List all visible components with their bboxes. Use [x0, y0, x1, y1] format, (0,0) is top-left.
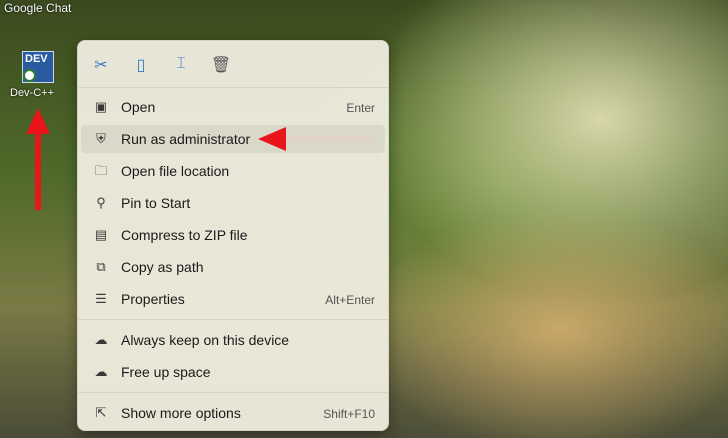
menu-item-run-as-administrator[interactable]: ⛨ Run as administrator — [81, 125, 385, 153]
menu-item-free-up-space[interactable]: ☁ Free up space — [81, 358, 385, 386]
context-toolbar: ✂ ▯ ⌶ 🗑 — [78, 51, 388, 81]
menu-item-label: Properties — [121, 291, 185, 307]
menu-item-label: Open — [121, 99, 156, 115]
annotation-arrowhead-up — [26, 108, 50, 134]
menu-item-show-more-options[interactable]: ⇱ Show more options Shift+F10 — [81, 399, 385, 427]
context-menu: ✂ ▯ ⌶ 🗑 ▣ Open Enter ⛨ Run as administrator 🗀… — [77, 40, 389, 431]
divider — [78, 87, 388, 88]
rename-icon[interactable]: ⌶ — [170, 55, 192, 77]
menu-item-label: Always keep on this device — [121, 332, 290, 348]
menu-item-open-file-location[interactable]: 🗀 Open file location — [81, 157, 385, 185]
properties-icon: ☰ — [95, 291, 107, 306]
menu-item-label: Free up space — [121, 364, 211, 380]
copy-as-path-icon: ⧉ — [96, 259, 106, 274]
app-icon-label[interactable]: Dev-C++ — [10, 87, 54, 99]
open-icon: ▣ — [94, 99, 108, 114]
copy-icon[interactable]: ▯ — [130, 55, 152, 77]
menu-item-label: Compress to ZIP file — [121, 227, 248, 243]
menu-item-copy-as-path[interactable]: ⧉ Copy as path — [81, 253, 385, 281]
annotation-arrowhead-left — [258, 127, 286, 151]
pin-to-start-icon: ⚲ — [96, 195, 106, 210]
divider — [78, 392, 388, 393]
menu-item-shortcut: Enter — [346, 101, 375, 115]
cut-icon[interactable]: ✂ — [90, 55, 112, 77]
menu-item-properties[interactable]: ☰ Properties Alt+Enter — [81, 285, 385, 313]
menu-item-always-keep[interactable]: ☁ Always keep on this device — [81, 326, 385, 354]
menu-item-label: Copy as path — [121, 259, 204, 275]
menu-item-label: Run as administrator — [121, 131, 251, 147]
run-as-administrator-icon: ⛨ — [96, 131, 106, 146]
free-up-space-icon: ☁ — [94, 364, 108, 379]
app-icon-text: DEV — [25, 53, 48, 65]
menu-item-label: Open file location — [121, 163, 230, 179]
menu-item-pin-to-start[interactable]: ⚲ Pin to Start — [81, 189, 385, 217]
always-keep-icon: ☁ — [94, 332, 108, 347]
menu-item-open[interactable]: ▣ Open Enter — [81, 93, 385, 121]
open-file-location-icon: 🗀 — [94, 163, 108, 178]
sync-check-icon — [23, 69, 36, 82]
delete-icon[interactable]: 🗑 — [210, 55, 232, 77]
menu-item-compress-zip[interactable]: ▤ Compress to ZIP file — [81, 221, 385, 249]
divider — [78, 319, 388, 320]
menu-item-shortcut: Alt+Enter — [325, 293, 375, 307]
menu-item-label: Pin to Start — [121, 195, 191, 211]
show-more-options-icon: ⇱ — [95, 405, 107, 420]
window-title: Google Chat — [4, 1, 72, 15]
menu-item-label: Show more options — [121, 405, 241, 421]
compress-zip-icon: ▤ — [94, 227, 108, 242]
menu-item-shortcut: Shift+F10 — [323, 407, 375, 421]
annotation-arrow-up — [35, 132, 41, 210]
dev-cpp-desktop-icon[interactable]: DEV — [22, 51, 54, 83]
